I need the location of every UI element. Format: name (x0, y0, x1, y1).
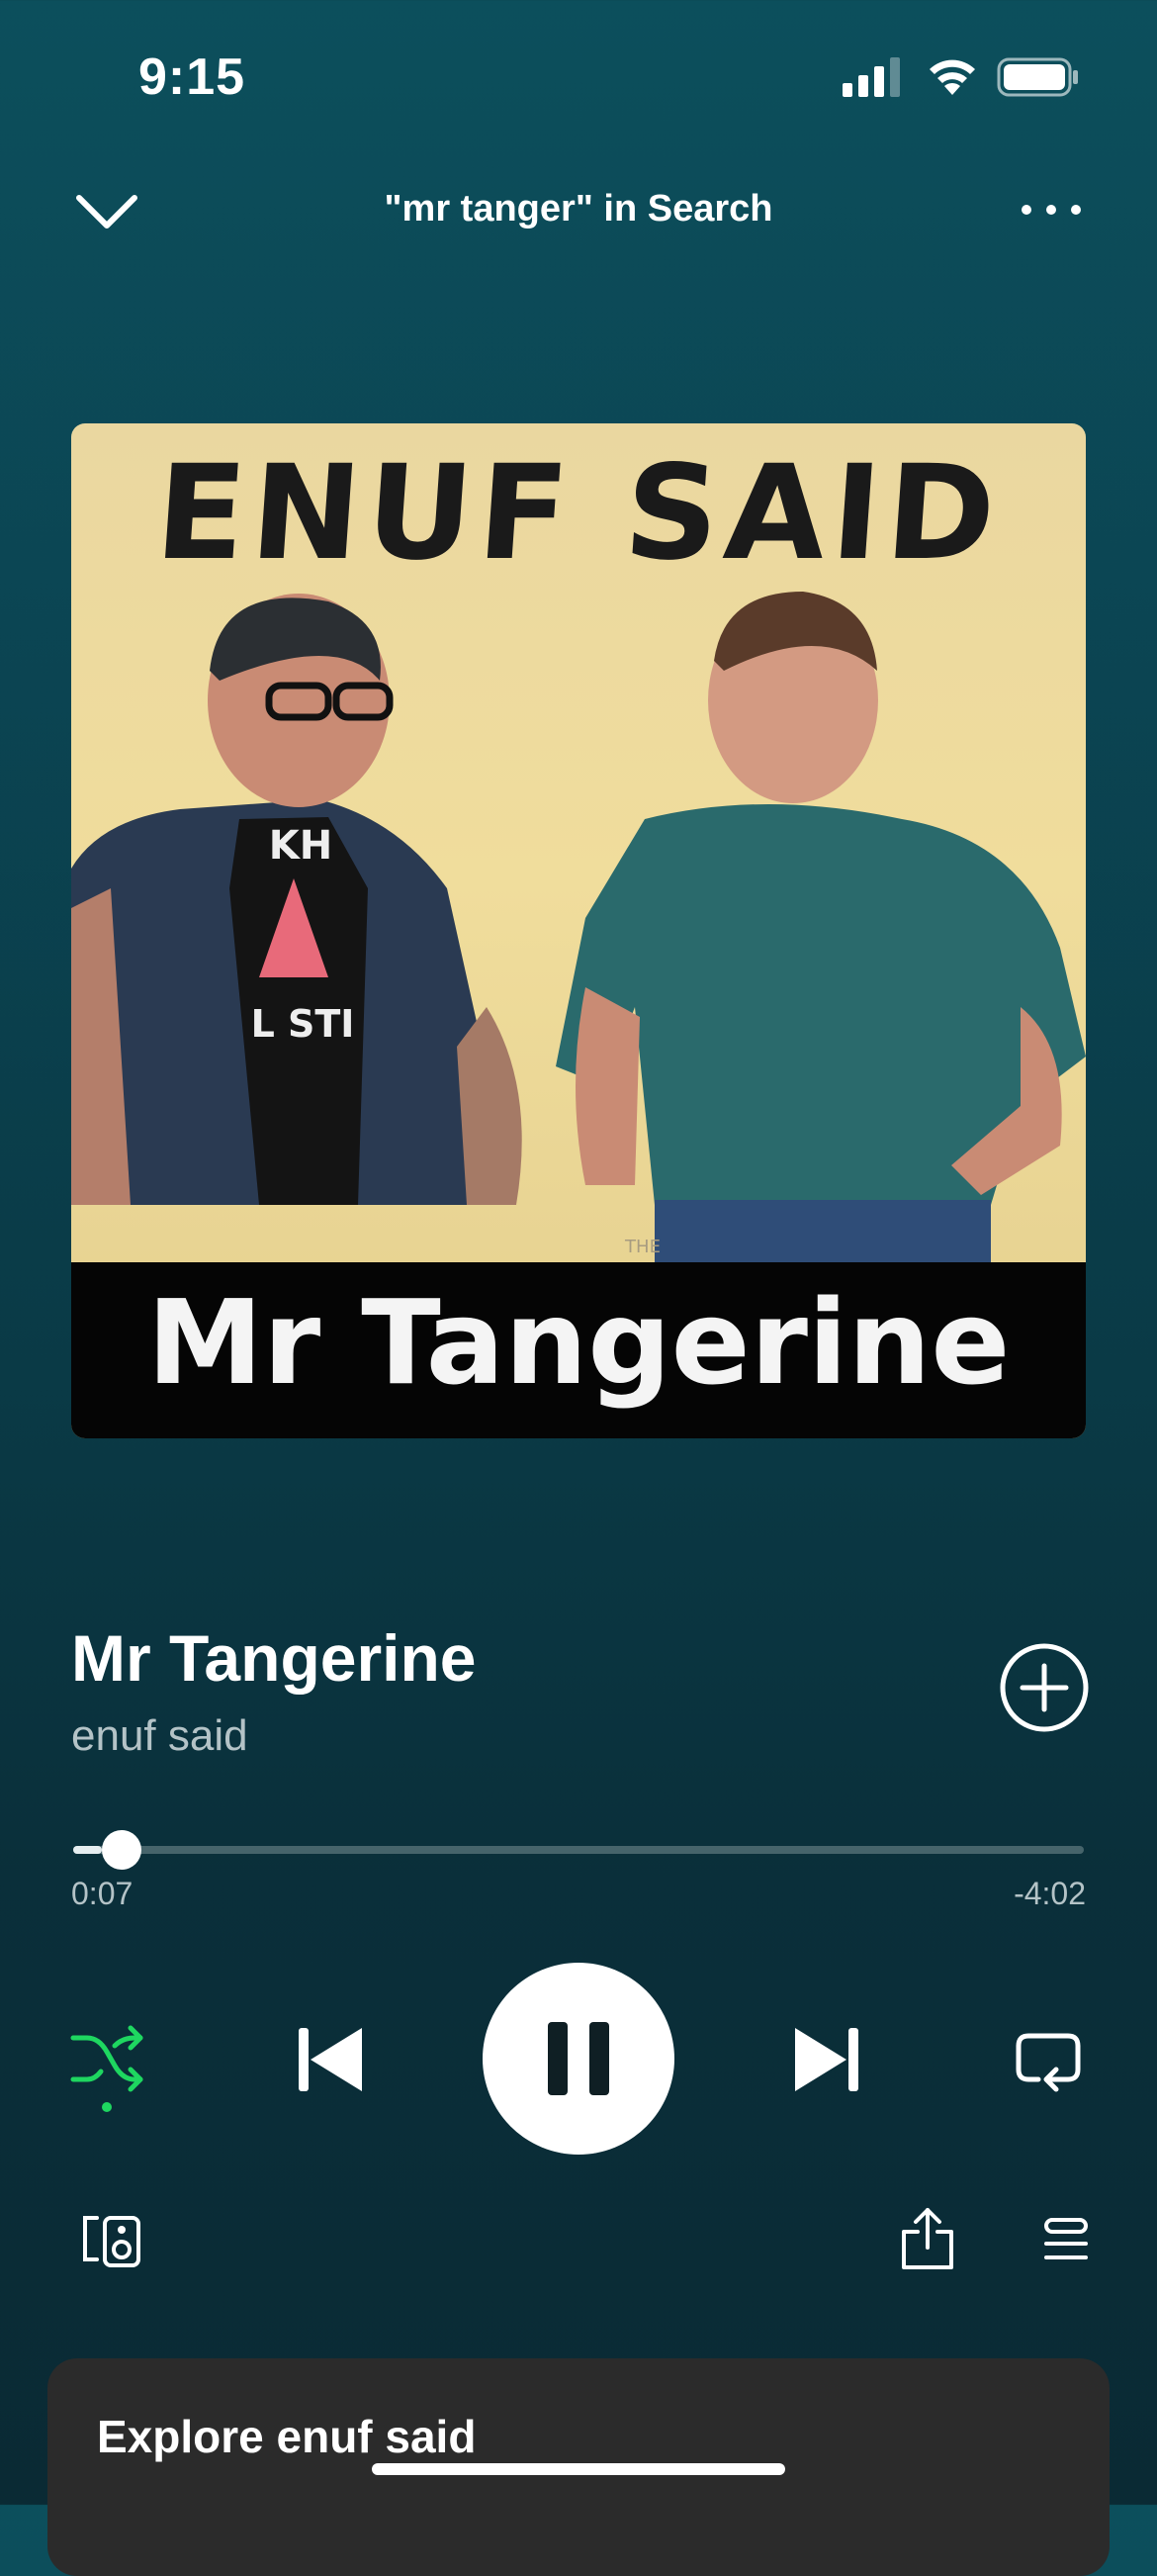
progress-bar[interactable] (73, 1846, 1084, 1854)
playing-from-context[interactable]: "mr tanger" in Search (0, 188, 1157, 230)
shuffle-icon[interactable] (69, 2024, 146, 2113)
battery-icon (997, 57, 1078, 97)
artwork-small-text: THE (624, 1237, 661, 1257)
add-to-library-plus-icon[interactable] (999, 1642, 1090, 1733)
pause-icon (548, 2022, 609, 2095)
more-options-icon[interactable] (1019, 188, 1084, 231)
remaining-time: -4:02 (1014, 1876, 1086, 1911)
skip-previous-icon[interactable] (295, 2024, 366, 2095)
queue-icon[interactable] (1042, 2216, 1090, 2263)
progress-bar-fill (73, 1846, 102, 1854)
track-artist[interactable]: enuf said (71, 1711, 248, 1761)
repeat-icon[interactable] (1013, 2024, 1084, 2095)
shirt-text-top: KH (269, 823, 332, 869)
artwork-bottom-text: Mr Tangerine (146, 1274, 1011, 1411)
shirt-text-bottom: L STI (251, 1002, 355, 1046)
album-artwork: KH L STI THE ENUF SAID Mr Tangerine (71, 423, 1086, 1438)
explore-title: Explore enuf said (97, 2411, 477, 2462)
elapsed-time: 0:07 (71, 1876, 134, 1911)
pause-button[interactable] (483, 1963, 674, 2155)
artwork-photo: KH L STI THE (71, 592, 1086, 1264)
skip-next-icon[interactable] (791, 2024, 862, 2095)
connect-device-icon[interactable] (81, 2214, 142, 2269)
share-icon[interactable] (900, 2206, 955, 2271)
status-time: 9:15 (138, 48, 246, 106)
artwork-top-text: ENUF SAID (150, 437, 1007, 590)
track-title[interactable]: Mr Tangerine (71, 1620, 477, 1696)
cellular-signal-icon (843, 57, 900, 97)
wifi-icon (930, 59, 975, 95)
home-indicator[interactable] (372, 2463, 785, 2475)
progress-scrubber-handle[interactable] (102, 1830, 141, 1870)
